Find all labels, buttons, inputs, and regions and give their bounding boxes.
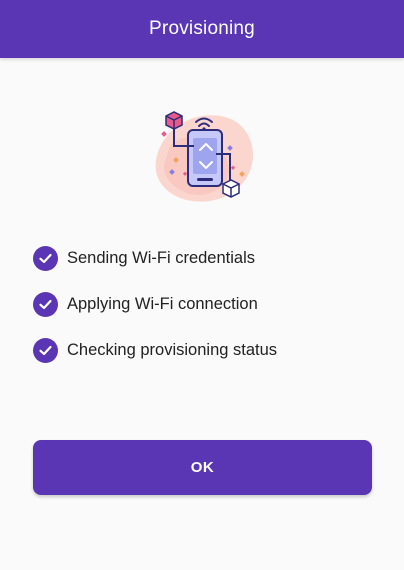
page-title: Provisioning <box>149 18 255 39</box>
step-checking-status: Checking provisioning status <box>33 335 373 365</box>
check-circle-icon <box>33 337 58 363</box>
step-sending-credentials: Sending Wi-Fi credentials <box>33 243 373 273</box>
check-circle-icon <box>33 291 58 317</box>
step-applying-connection: Applying Wi-Fi connection <box>33 289 373 319</box>
provisioning-steps: Sending Wi-Fi credentials Applying Wi-Fi… <box>33 243 373 381</box>
step-label: Checking provisioning status <box>67 340 278 359</box>
step-label: Applying Wi-Fi connection <box>67 294 258 313</box>
step-label: Sending Wi-Fi credentials <box>67 248 255 267</box>
phone-wifi-illustration-icon <box>155 111 254 202</box>
check-circle-icon <box>33 245 58 271</box>
ok-button[interactable]: OK <box>33 440 372 495</box>
provisioning-illustration <box>148 106 260 206</box>
app-bar: Provisioning <box>0 0 404 58</box>
